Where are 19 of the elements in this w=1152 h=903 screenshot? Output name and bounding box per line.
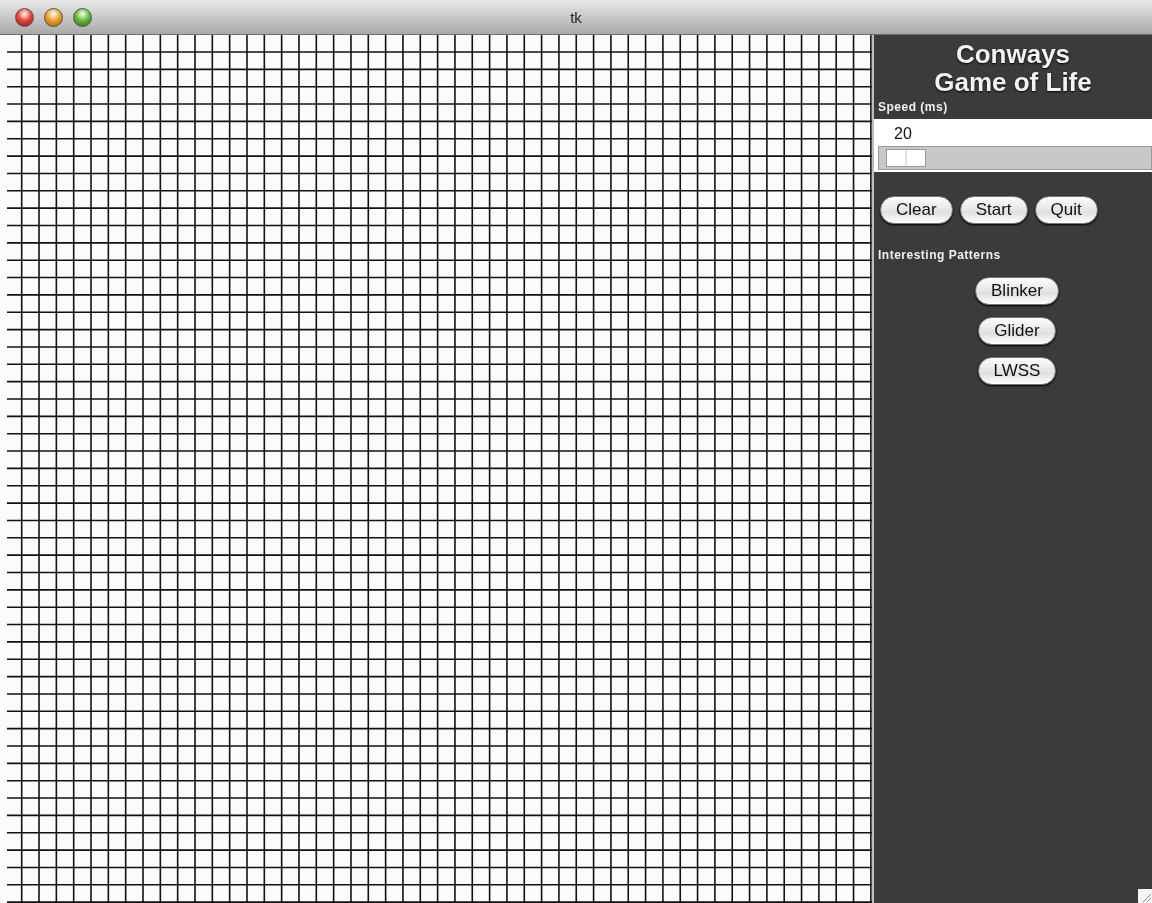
- slider-track[interactable]: [878, 146, 1152, 170]
- resize-grip-icon[interactable]: [1138, 889, 1152, 903]
- action-button[interactable]: Quit: [1034, 196, 1098, 224]
- action-button[interactable]: Start: [959, 196, 1028, 224]
- grid-drawing[interactable]: [0, 35, 872, 903]
- pattern-button[interactable]: Blinker: [975, 277, 1059, 305]
- pattern-button[interactable]: Glider: [978, 317, 1056, 345]
- speed-value: 20: [893, 125, 912, 143]
- app-title: Conways: [954, 40, 1072, 68]
- app-title: Game of Life: [933, 68, 1093, 96]
- patterns-label: Interesting Patterns: [877, 247, 1001, 262]
- minimize-button[interactable]: [44, 8, 63, 27]
- zoom-button[interactable]: [73, 8, 92, 27]
- window-title: tk: [570, 8, 582, 26]
- action-button[interactable]: Clear: [880, 196, 953, 224]
- pattern-button[interactable]: LWSS: [977, 357, 1057, 385]
- slider-thumb[interactable]: [885, 149, 926, 167]
- close-button[interactable]: [15, 8, 34, 27]
- speed-label: Speed (ms): [877, 99, 948, 114]
